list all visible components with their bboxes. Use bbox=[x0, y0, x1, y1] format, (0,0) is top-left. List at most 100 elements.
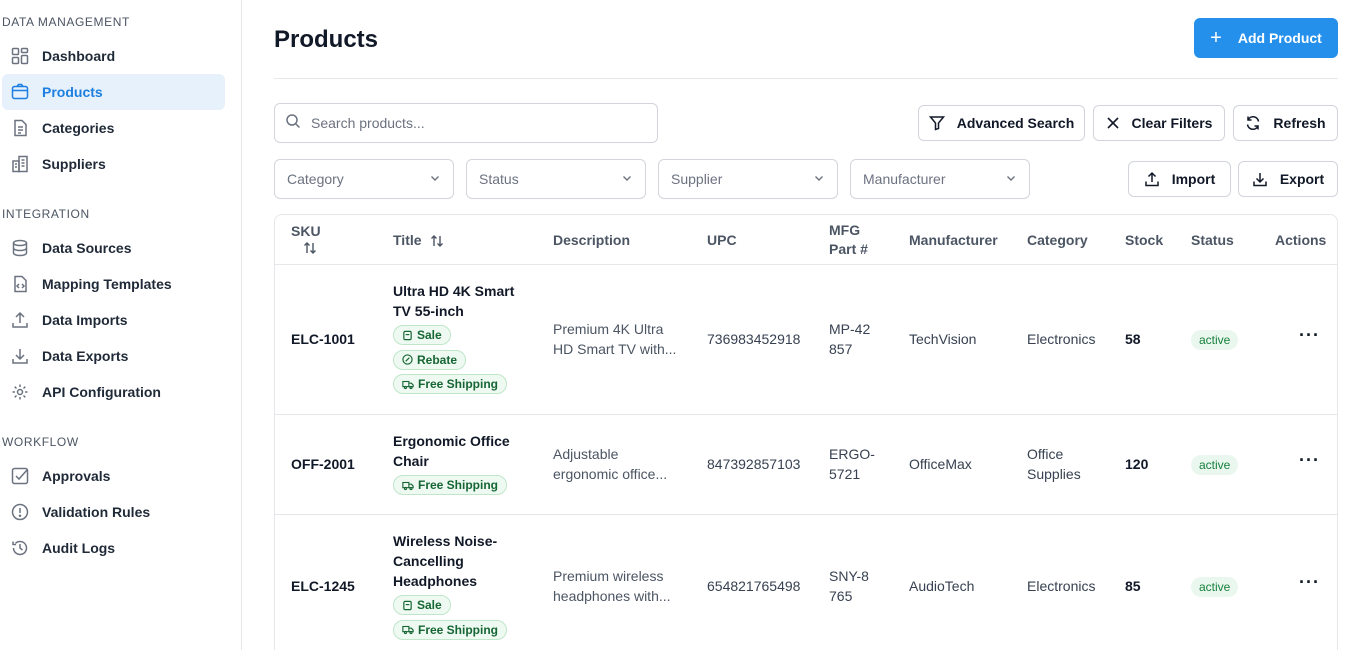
add-product-label: Add Product bbox=[1237, 30, 1322, 46]
sidebar-item-label: Approvals bbox=[42, 468, 111, 484]
category-cell: Office Supplies bbox=[1027, 446, 1081, 482]
more-actions-icon[interactable]: ··· bbox=[1299, 572, 1320, 593]
sidebar-item-label: Products bbox=[42, 84, 103, 100]
sidebar-item-categories[interactable]: Categories bbox=[2, 110, 225, 146]
column-header-category: Category bbox=[1027, 232, 1088, 248]
column-label: MFG bbox=[829, 222, 861, 238]
column-header-status: Status bbox=[1191, 232, 1234, 248]
rebate-tag: Rebate bbox=[393, 349, 467, 370]
product-title[interactable]: Ergonomic Office Chair bbox=[393, 431, 523, 471]
products-table: SKU Title Description UPC MFG Part # Man… bbox=[274, 214, 1338, 650]
sort-icon bbox=[430, 234, 444, 248]
clear-filters-button[interactable]: Clear Filters bbox=[1093, 105, 1225, 141]
sale-tag: Sale bbox=[393, 595, 451, 615]
sidebar-item-label: Data Sources bbox=[42, 240, 132, 256]
category-filter[interactable]: Category bbox=[274, 159, 454, 199]
import-label: Import bbox=[1171, 171, 1216, 187]
refresh-button[interactable]: Refresh bbox=[1233, 105, 1338, 141]
sku-cell: ELC-1245 bbox=[291, 578, 355, 594]
status-badge: active bbox=[1191, 455, 1239, 475]
chevron-down-icon bbox=[1005, 171, 1017, 187]
column-label: Part # bbox=[829, 241, 868, 257]
sidebar-item-audit-logs[interactable]: Audit Logs bbox=[2, 530, 225, 566]
dashboard-icon bbox=[10, 46, 30, 66]
add-product-button[interactable]: + Add Product bbox=[1194, 18, 1338, 58]
refresh-label: Refresh bbox=[1273, 115, 1326, 131]
tag-icon bbox=[402, 330, 413, 341]
tag-label: Sale bbox=[417, 328, 442, 342]
tag-label: Rebate bbox=[417, 352, 458, 367]
sidebar-item-suppliers[interactable]: Suppliers bbox=[2, 146, 225, 182]
sort-icon bbox=[291, 241, 321, 260]
stock-cell: 58 bbox=[1125, 331, 1141, 347]
sidebar-item-data-imports[interactable]: Data Imports bbox=[2, 302, 225, 338]
export-button[interactable]: Export bbox=[1238, 161, 1338, 197]
status-filter-value: Status bbox=[479, 171, 519, 187]
manufacturer-cell: OfficeMax bbox=[909, 456, 972, 472]
sidebar-item-dashboard[interactable]: Dashboard bbox=[2, 38, 225, 74]
product-title[interactable]: Ultra HD 4K Smart TV 55-inch bbox=[393, 281, 523, 321]
title-cell: Ultra HD 4K Smart TV 55-inch Sale Rebate… bbox=[393, 281, 523, 395]
sidebar-item-data-exports[interactable]: Data Exports bbox=[2, 338, 225, 374]
sidebar-item-label: Dashboard bbox=[42, 48, 116, 64]
sidebar-item-data-sources[interactable]: Data Sources bbox=[2, 230, 225, 266]
more-actions-icon[interactable]: ··· bbox=[1299, 450, 1320, 471]
sidebar-item-label: Mapping Templates bbox=[42, 276, 172, 292]
import-button[interactable]: Import bbox=[1128, 161, 1231, 197]
product-title[interactable]: Wireless Noise-Cancelling Headphones bbox=[393, 531, 503, 591]
sidebar-item-mapping-templates[interactable]: Mapping Templates bbox=[2, 266, 225, 302]
history-icon bbox=[10, 538, 30, 558]
sidebar-item-label: API Configuration bbox=[42, 384, 161, 400]
sidebar-item-approvals[interactable]: Approvals bbox=[2, 458, 225, 494]
column-header-actions: Actions bbox=[1275, 232, 1327, 248]
sidebar-item-label: Suppliers bbox=[42, 156, 106, 172]
title-cell: Wireless Noise-Cancelling Headphones Sal… bbox=[393, 531, 508, 640]
column-label: SKU bbox=[291, 223, 321, 239]
table-row[interactable]: ELC-1001 Ultra HD 4K Smart TV 55-inch Sa… bbox=[275, 265, 1337, 415]
mfg-part-cell: MP-42857 bbox=[829, 321, 871, 357]
status-badge: active bbox=[1191, 330, 1239, 350]
refresh-icon bbox=[1245, 115, 1261, 131]
manufacturer-filter[interactable]: Manufacturer bbox=[850, 159, 1030, 199]
sku-cell: ELC-1001 bbox=[291, 331, 355, 347]
description-cell: Premium wireless headphones with... bbox=[553, 568, 671, 604]
sidebar-item-label: Data Imports bbox=[42, 312, 128, 328]
products-icon bbox=[10, 82, 30, 102]
status-filter[interactable]: Status bbox=[466, 159, 646, 199]
sidebar-item-label: Validation Rules bbox=[42, 504, 151, 520]
sidebar-item-validation-rules[interactable]: Validation Rules bbox=[2, 494, 225, 530]
table-row[interactable]: ELC-1245 Wireless Noise-Cancelling Headp… bbox=[275, 515, 1337, 650]
column-header-sku[interactable]: SKU bbox=[291, 222, 321, 260]
stock-cell: 85 bbox=[1125, 578, 1141, 594]
sidebar-item-label: Data Exports bbox=[42, 348, 129, 364]
description-cell: Adjustable ergonomic office... bbox=[553, 446, 668, 482]
categories-icon bbox=[10, 118, 30, 138]
category-cell: Electronics bbox=[1027, 578, 1096, 594]
file-code-icon bbox=[10, 274, 30, 294]
app-root: DATA MANAGEMENT Dashboard Products Categ… bbox=[0, 0, 1359, 650]
column-header-title[interactable]: Title bbox=[393, 231, 444, 250]
suppliers-icon bbox=[10, 154, 30, 174]
supplier-filter[interactable]: Supplier bbox=[658, 159, 838, 199]
tag-label: Sale bbox=[417, 598, 442, 612]
search-input[interactable] bbox=[311, 115, 631, 131]
clear-filters-label: Clear Filters bbox=[1131, 115, 1213, 131]
table-row[interactable]: OFF-2001 Ergonomic Office Chair Free Shi… bbox=[275, 415, 1337, 515]
sidebar-section-title: INTEGRATION bbox=[2, 207, 90, 221]
search-icon bbox=[285, 113, 301, 134]
close-icon bbox=[1106, 116, 1120, 130]
sku-cell: OFF-2001 bbox=[291, 456, 355, 472]
chevron-down-icon bbox=[621, 171, 633, 187]
chevron-down-icon bbox=[429, 171, 441, 187]
advanced-search-button[interactable]: Advanced Search bbox=[918, 105, 1085, 141]
search-box bbox=[274, 103, 658, 143]
database-icon bbox=[10, 238, 30, 258]
sidebar-item-api-configuration[interactable]: API Configuration bbox=[2, 374, 225, 410]
sidebar-item-products[interactable]: Products bbox=[2, 74, 225, 110]
column-label: Title bbox=[393, 232, 422, 248]
sidebar-item-label: Audit Logs bbox=[42, 540, 116, 556]
more-actions-icon[interactable]: ··· bbox=[1299, 325, 1320, 346]
sidebar-section-title: DATA MANAGEMENT bbox=[2, 15, 130, 29]
export-label: Export bbox=[1279, 171, 1325, 187]
sale-tag: Sale bbox=[393, 325, 451, 345]
